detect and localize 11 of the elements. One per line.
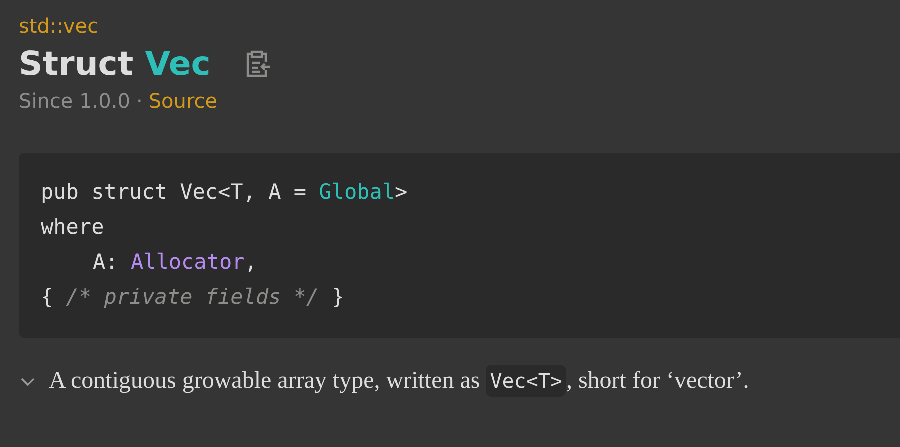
clipboard-icon[interactable]: [244, 50, 271, 78]
code-line: where: [41, 214, 104, 241]
code-line: A: Allocator,: [92, 249, 258, 276]
code-line: pub struct Vec<T, A = Global>: [41, 179, 408, 206]
description-text: A contiguous growable array type, written as Vec<T> , short for ‘vector’.: [49, 368, 750, 395]
separator: ·: [136, 89, 143, 113]
breadcrumb[interactable]: std::vec: [19, 14, 99, 38]
source-link[interactable]: Source: [148, 89, 218, 113]
since-version: Since 1.0.0: [19, 89, 130, 113]
page-title: Struct Vec: [19, 44, 211, 83]
code-line: { /* private fields */ }: [41, 284, 344, 311]
